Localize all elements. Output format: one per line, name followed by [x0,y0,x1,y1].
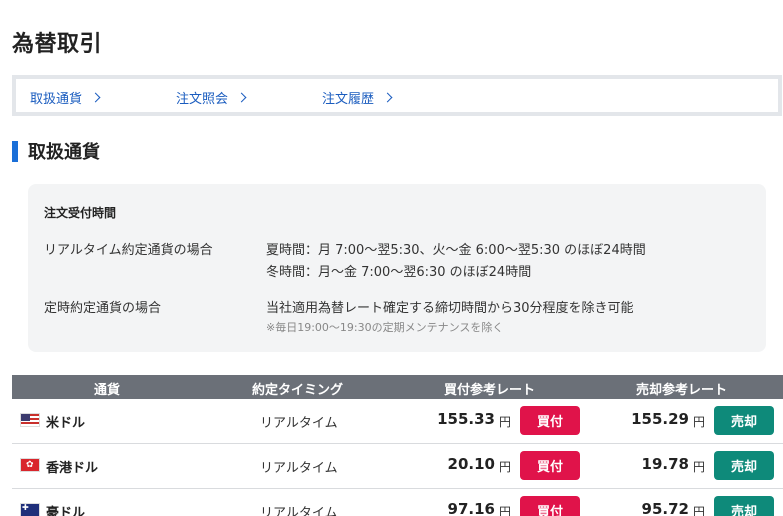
sell-rate: 95.72 [641,500,689,516]
sell-rate: 155.29 [631,410,689,428]
buy-rate-unit: 円 [499,415,512,429]
table-row: 豪ドル リアルタイム 97.16 円 買付 95.72 円 売却 [12,489,783,516]
sell-rate: 19.78 [641,455,689,473]
subnav-link-label: 注文履歴 [322,92,375,107]
buy-rate: 97.16 [447,500,495,516]
buy-rate-unit: 円 [499,460,512,474]
order-hours-heading: 注文受付時間 [44,206,117,220]
timing: リアルタイム [260,461,338,476]
section-heading: 取扱通貨 [12,140,100,163]
header-buy-rate: 買付参考レート [444,383,536,398]
fixed-hours: 当社適用為替レート確定する締切時間から30分程度を除き可能 [266,301,634,316]
buy-button[interactable]: 買付 [520,406,580,435]
subnav-link-label: 注文照会 [176,92,229,107]
us-flag-icon [20,413,40,427]
maintenance-note: ※毎日19:00〜19:30の定期メンテナンスを除く [266,321,504,334]
realtime-summer-hours: 夏時間：月 7:00〜翌5:30、火〜金 6:00〜翌5:30 のほぼ24時間 [266,243,646,258]
currency-name: 豪ドル [46,506,86,516]
buy-rate: 155.33 [437,410,495,428]
buy-rate: 20.10 [447,455,495,473]
buy-button[interactable]: 買付 [520,496,580,516]
table-header: 通貨 約定タイミング 買付参考レート 売却参考レート [12,375,783,399]
currency-table: 通貨 約定タイミング 買付参考レート 売却参考レート 米ドル リアルタイム 15… [12,375,783,516]
subnav-link-label: 取扱通貨 [30,92,83,107]
table-row: 香港ドル リアルタイム 20.10 円 買付 19.78 円 売却 [12,444,783,489]
sell-rate-unit: 円 [693,415,706,429]
buy-button[interactable]: 買付 [520,451,580,480]
chevron-right-icon [236,92,247,103]
fixed-label: 定時約定通貨の場合 [44,301,162,316]
table-row: 米ドル リアルタイム 155.33 円 買付 155.29 円 売却 [12,399,783,444]
subnav-link-currencies[interactable]: 取扱通貨 [30,88,101,107]
sell-rate-unit: 円 [693,505,706,516]
subnav [12,75,782,116]
realtime-label: リアルタイム約定通貨の場合 [44,243,213,258]
header-timing: 約定タイミング [252,383,344,398]
hk-flag-icon [20,458,40,472]
buy-rate-unit: 円 [499,505,512,516]
realtime-winter-hours: 冬時間：月〜金 7:00〜翌6:30 のほぼ24時間 [266,265,532,280]
sell-rate-unit: 円 [693,460,706,474]
section-accent-bar [12,140,18,162]
sell-button[interactable]: 売却 [714,451,774,480]
header-sell-rate: 売却参考レート [636,383,728,398]
header-currency: 通貨 [94,383,121,398]
chevron-right-icon [90,92,101,103]
currency-name: 香港ドル [46,461,99,476]
timing: リアルタイム [260,506,338,516]
au-flag-icon [20,503,40,516]
page-title: 為替取引 [12,32,103,57]
currency-name: 米ドル [46,416,86,431]
sell-button[interactable]: 売却 [714,496,774,516]
section-title: 取扱通貨 [28,142,100,163]
chevron-right-icon [382,92,393,103]
subnav-link-order-history[interactable]: 注文履歴 [322,88,393,107]
subnav-link-order-inquiry[interactable]: 注文照会 [176,88,247,107]
sell-button[interactable]: 売却 [714,406,774,435]
timing: リアルタイム [260,416,338,431]
